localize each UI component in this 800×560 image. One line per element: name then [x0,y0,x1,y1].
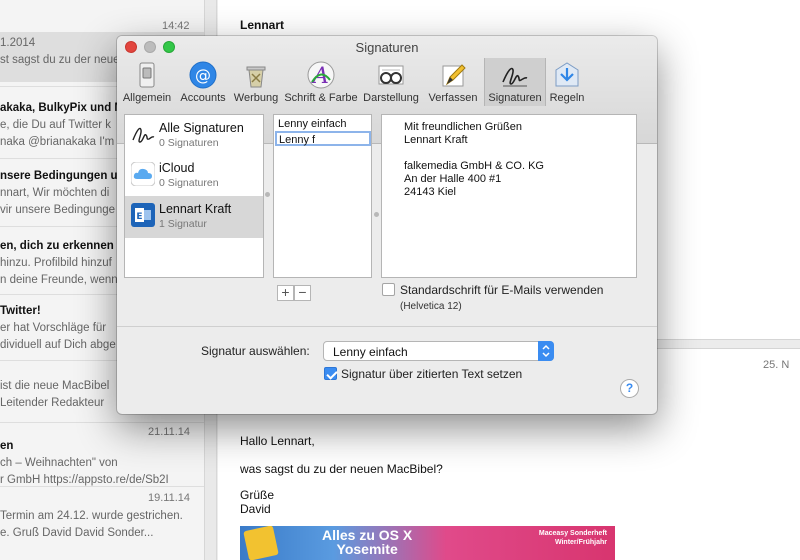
pencil-icon [442,64,466,87]
tab-composing[interactable]: Verfassen [423,58,483,106]
message-body: was sagst du zu der neuen MacBibel? [240,462,443,476]
tab-viewing[interactable]: Darstellung [361,58,421,106]
banner-side: Maceasy Sonderheft Winter/Frühjahr [538,530,607,546]
chevron-updown-icon [538,341,554,361]
choose-signature-label: Signatur auswählen: [201,344,310,358]
exchange-icon: E [131,203,155,227]
remove-signature-button[interactable]: − [294,285,311,301]
tab-general[interactable]: Allgemein [121,58,173,106]
list-item[interactable]: en ch – Weihnachten" von r GmbH https://… [0,440,204,486]
svg-text:E: E [136,212,142,222]
help-button[interactable]: ? [620,379,639,398]
switch-icon [139,62,155,88]
divider [0,422,204,423]
message-signoff: David [240,502,271,516]
glasses-icon [378,65,404,85]
message-date: 25. N [763,359,790,371]
svg-text:@: @ [195,66,211,85]
sticker-badge [243,526,279,560]
signature-names-list[interactable]: Lenny einfach Lenny f [273,114,372,278]
trash-icon [246,66,266,88]
font-icon: A [307,61,335,89]
signature-preview[interactable]: Mit freundlichen Grüßen Lennart Kraft fa… [381,114,637,278]
rules-icon [555,62,579,87]
tab-rules[interactable]: Regeln [547,58,587,106]
default-font-checkbox[interactable] [382,283,395,296]
above-quote-checkbox[interactable] [324,367,337,380]
split-handle[interactable] [374,212,379,217]
tab-junk[interactable]: Werbung [231,58,281,106]
tab-accounts[interactable]: @ Accounts [175,58,231,106]
message-date: 19.11.14 [148,492,191,504]
magazine-banner-image: Alles zu OS X Yosemite Maceasy Sonderhef… [240,526,615,560]
signatures-dialog: Signaturen Allgemein @ Accounts Werbung [117,36,657,414]
accounts-list[interactable]: Alle Signaturen 0 Signaturen iCloud 0 Si… [124,114,264,278]
cloud-icon [131,162,155,186]
signature-item[interactable]: Lenny einfach [276,117,347,132]
choose-signature-select[interactable]: Lenny einfach [323,341,554,361]
message-greeting: Hallo Lennart, [240,434,315,448]
default-font-label: Standardschrift für E-Mails verwenden [400,283,604,297]
message-date: 21.11.14 [148,426,191,438]
default-font-value: (Helvetica 12) [400,301,462,312]
message-closing: Grüße [240,488,275,502]
window-title: Signaturen [355,40,419,55]
message-date: 14:42 [162,20,190,32]
divider [0,486,204,487]
banner-title: Alles zu OS X Yosemite [322,527,413,557]
signature-icon [502,67,528,87]
account-row-all[interactable]: Alle Signaturen 0 Signaturen [125,115,263,157]
tab-fonts-colors[interactable]: A Schrift & Farbe [281,58,361,106]
above-quote-label: Signatur über zitierten Text setzen [341,367,523,381]
sender-name: Lennart [240,18,285,32]
signature-icon [132,127,155,143]
account-row-lennart[interactable]: E Lennart Kraft 1 Signatur [125,196,263,238]
account-row-icloud[interactable]: iCloud 0 Signaturen [125,155,263,197]
tab-signatures[interactable]: Signaturen [484,58,546,106]
split-handle[interactable] [265,192,270,197]
signature-name-editor[interactable]: Lenny f [275,131,371,146]
at-icon: @ [189,61,217,89]
divider [117,326,657,327]
list-item[interactable]: Termin am 24.12. wurde gestrichen. e. Gr… [0,505,204,539]
add-signature-button[interactable]: + [277,285,294,301]
